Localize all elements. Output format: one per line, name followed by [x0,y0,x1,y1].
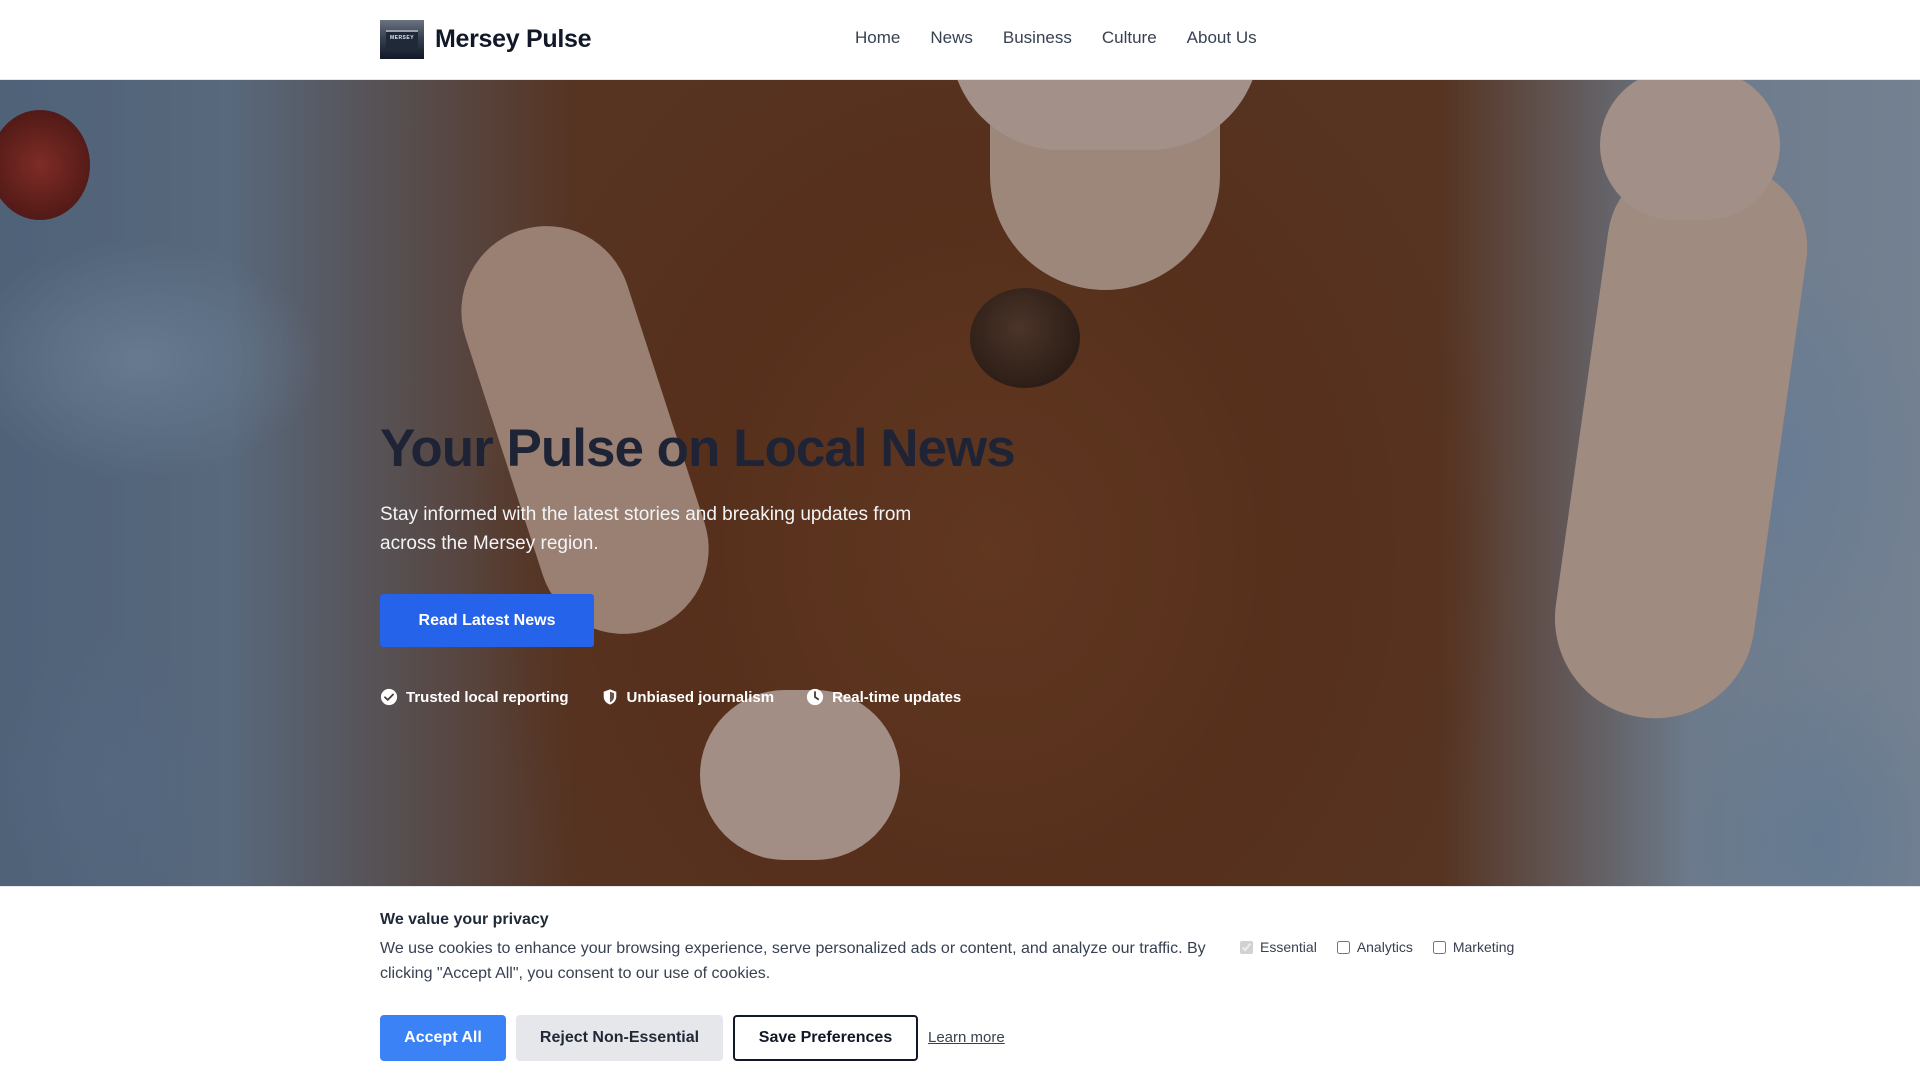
feature-unbiased: Unbiased journalism [601,688,775,706]
cookie-banner: We value your privacy We use cookies to … [0,886,1920,1080]
cookie-banner-title: We value your privacy [380,911,549,928]
feature-label: Real-time updates [832,688,962,706]
logo-image: MERSEY [380,20,424,59]
cookie-option-label: Analytics [1356,939,1413,955]
read-latest-news-button[interactable]: Read Latest News [380,594,594,647]
shield-icon [603,689,616,705]
cookie-option-label: Essential [1260,939,1317,955]
learn-more-link[interactable]: Learn more [928,1029,1005,1046]
feature-trusted: Trusted local reporting [380,688,569,706]
hero-title: Your Pulse on Local News [380,419,1016,478]
cookie-option-label: Marketing [1452,939,1515,955]
feature-label: Unbiased journalism [626,688,775,706]
cookie-option-essential: Essential [1240,939,1317,955]
nav-business[interactable]: Business [1003,28,1072,48]
feature-realtime: Real-time updates [806,688,961,706]
hero-overlay [0,80,1920,886]
hero-subtitle: Stay informed with the latest stories an… [380,504,912,554]
cookie-banner-text: We use cookies to enhance your browsing … [380,940,1206,982]
accept-all-button[interactable]: Accept All [380,1015,506,1061]
site-header: MERSEY Mersey Pulse Home News Business C… [0,0,1920,80]
hero-features: Trusted local reporting Unbiased journal… [380,688,993,706]
cookie-option-marketing[interactable]: Marketing [1432,939,1515,955]
clock-icon [806,688,824,706]
brand-logo-link[interactable]: MERSEY Mersey Pulse [380,20,592,59]
cookie-option-analytics[interactable]: Analytics [1336,939,1413,955]
main-nav: Home News Business Culture About Us [855,28,1287,48]
hero-section: Your Pulse on Local News Stay informed w… [0,80,1920,886]
check-circle-icon [380,688,398,706]
essential-checkbox [1240,940,1253,954]
site-brand-name: Mersey Pulse [435,25,592,53]
nav-news[interactable]: News [930,28,973,48]
analytics-checkbox[interactable] [1336,940,1350,954]
logo-text: MERSEY [389,35,415,41]
nav-culture[interactable]: Culture [1102,28,1157,48]
cookie-preferences: Essential Analytics Marketing [1240,939,1534,955]
reject-non-essential-button[interactable]: Reject Non-Essential [516,1015,723,1061]
save-preferences-button[interactable]: Save Preferences [733,1015,918,1061]
marketing-checkbox[interactable] [1432,940,1446,954]
feature-label: Trusted local reporting [406,688,569,706]
nav-home[interactable]: Home [855,28,900,48]
nav-about-us[interactable]: About Us [1187,28,1257,48]
